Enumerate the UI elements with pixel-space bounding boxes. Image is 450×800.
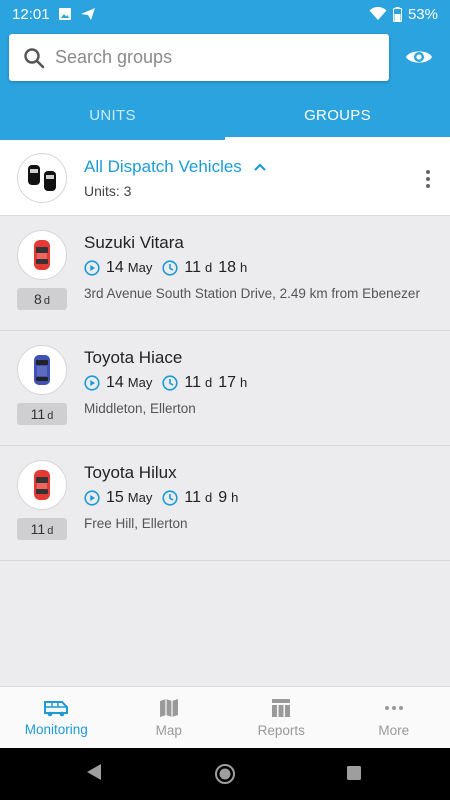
unit-avatar xyxy=(17,345,67,395)
battery-percent: 53% xyxy=(407,5,438,23)
home-icon[interactable] xyxy=(214,763,236,785)
group-avatar xyxy=(17,153,67,203)
play-circle-icon xyxy=(84,490,100,506)
last-message-badge: 11 d xyxy=(17,403,67,425)
status-bar: 12:01 53% xyxy=(0,0,450,28)
battery-icon xyxy=(392,6,402,22)
unit-duration-days: 11 xyxy=(184,374,201,391)
unit-duration-days: 11 xyxy=(184,259,201,276)
group-header-row[interactable]: All Dispatch Vehicles Units: 3 xyxy=(0,140,450,216)
unit-address: 3rd Avenue South Station Drive, 2.49 km … xyxy=(84,286,420,301)
unit-row[interactable]: 11 d Toyota Hiace 14 May 11 d 17 h Middle… xyxy=(0,331,450,446)
unit-duration-hours: 17 xyxy=(218,374,236,391)
unit-date-day: 15 xyxy=(106,489,124,506)
unit-row[interactable]: 11 d Toyota Hilux 15 May 11 d 9 h Free Hi… xyxy=(0,446,450,561)
van-car-icon xyxy=(34,355,50,385)
bottom-navigation: Monitoring Map Reports More xyxy=(0,686,450,748)
status-time: 12:01 xyxy=(12,5,50,23)
search-input[interactable]: Search groups xyxy=(9,34,389,81)
send-notification-icon xyxy=(80,8,95,20)
more-dots-icon xyxy=(384,705,403,710)
unit-date-month: May xyxy=(127,260,153,275)
system-navigation-bar xyxy=(0,748,450,800)
vehicles-group-icon xyxy=(28,165,56,191)
back-icon[interactable] xyxy=(85,762,103,782)
tab-units[interactable]: UNITS xyxy=(0,90,225,140)
unit-name: Toyota Hiace xyxy=(84,348,183,367)
more-vert-icon[interactable] xyxy=(418,168,438,190)
unit-address: Free Hill, Ellerton xyxy=(84,516,188,531)
wifi-icon xyxy=(369,7,387,20)
unit-name: Suzuki Vitara xyxy=(84,233,184,252)
nav-reports[interactable]: Reports xyxy=(225,687,338,748)
search-placeholder: Search groups xyxy=(55,47,173,67)
clock-icon xyxy=(162,375,178,391)
tab-bar: UNITS GROUPS xyxy=(0,90,450,140)
recents-icon[interactable] xyxy=(346,765,362,781)
unit-date-day: 14 xyxy=(106,259,124,276)
unit-duration-hours: 9 xyxy=(218,489,228,506)
nav-map[interactable]: Map xyxy=(113,687,226,748)
nav-map-label: Map xyxy=(155,722,182,738)
group-name[interactable]: All Dispatch Vehicles xyxy=(84,157,266,177)
unit-duration-hours: 18 xyxy=(218,259,236,276)
car-icon xyxy=(34,240,50,270)
app-header: Search groups UNITS GROUPS xyxy=(0,28,450,140)
unit-meta: 15 May 11 d 9 h xyxy=(84,489,238,507)
last-message-badge: 8d xyxy=(17,288,67,310)
unit-avatar xyxy=(17,460,67,510)
car-icon xyxy=(34,470,50,500)
unit-name: Toyota Hilux xyxy=(84,463,177,482)
image-notification-icon xyxy=(58,8,71,20)
chevron-up-icon[interactable] xyxy=(254,163,266,171)
unit-date-day: 14 xyxy=(106,374,124,391)
van-icon xyxy=(44,700,69,716)
nav-more-label: More xyxy=(378,722,410,738)
nav-more[interactable]: More xyxy=(338,687,450,748)
last-message-badge: 11 d xyxy=(17,518,67,540)
play-circle-icon xyxy=(84,375,100,391)
nav-monitoring-label: Monitoring xyxy=(24,721,88,737)
nav-reports-label: Reports xyxy=(257,722,305,738)
search-icon xyxy=(24,47,45,68)
unit-avatar xyxy=(17,230,67,280)
unit-meta: 14 May 11 d 17 h xyxy=(84,374,247,392)
tab-groups[interactable]: GROUPS xyxy=(225,90,450,140)
unit-date-month: May xyxy=(127,375,153,390)
clock-icon xyxy=(162,490,178,506)
map-icon xyxy=(159,698,178,717)
unit-address: Middleton, Ellerton xyxy=(84,401,196,416)
group-name-label: All Dispatch Vehicles xyxy=(84,157,242,176)
unit-duration-days: 11 xyxy=(184,489,201,506)
clock-icon xyxy=(162,260,178,276)
play-circle-icon xyxy=(84,260,100,276)
group-units-count: Units: 3 xyxy=(84,183,132,199)
unit-meta: 14 May 11 d 18 h xyxy=(84,259,247,277)
eye-icon[interactable] xyxy=(405,46,433,68)
table-icon xyxy=(272,698,291,717)
unit-date-month: May xyxy=(127,490,153,505)
nav-monitoring[interactable]: Monitoring xyxy=(0,687,113,748)
unit-row[interactable]: 8d Suzuki Vitara 14 May 11 d 18 h 3rd Av… xyxy=(0,216,450,331)
